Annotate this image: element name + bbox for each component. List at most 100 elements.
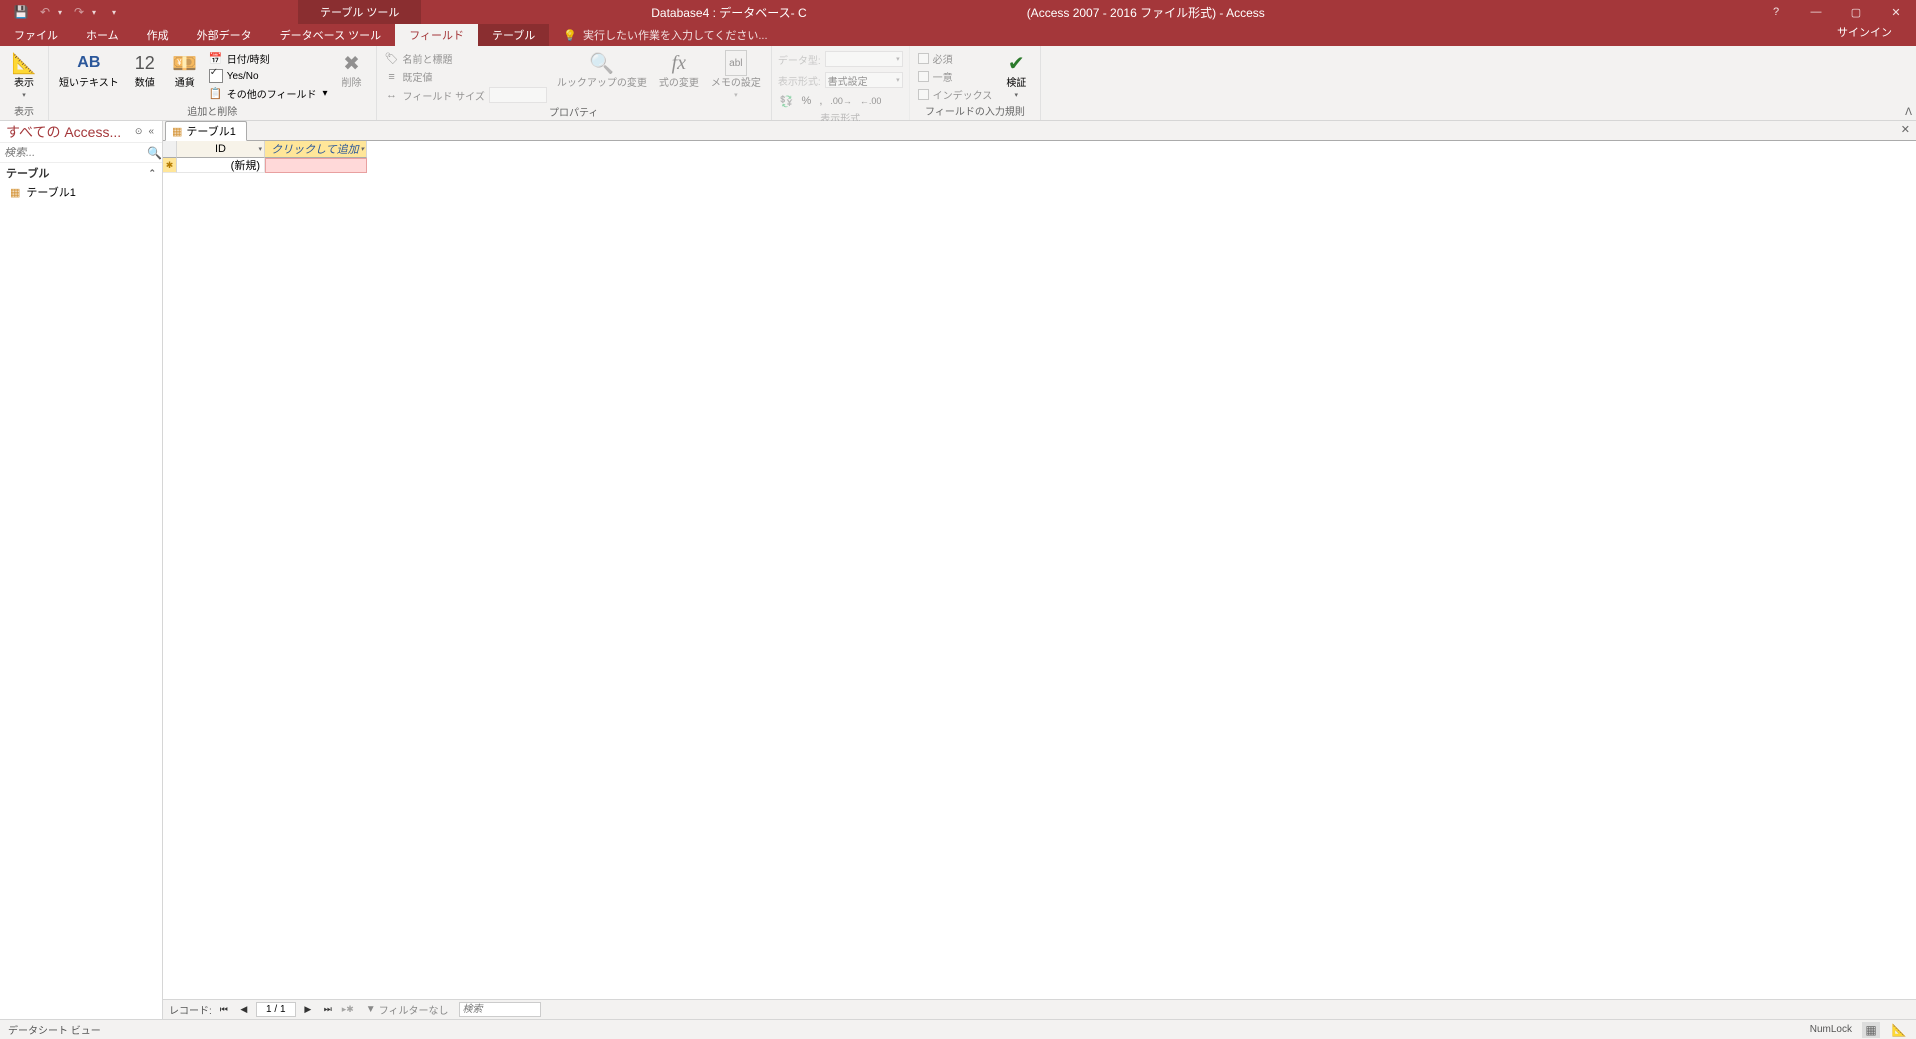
- tab-database-tools[interactable]: データベース ツール: [266, 24, 396, 46]
- nav-search-input[interactable]: [4, 147, 147, 159]
- validation-icon: ✔: [1008, 50, 1025, 76]
- nav-group-tables[interactable]: テーブル ⌃: [0, 163, 162, 183]
- close-document-icon[interactable]: ✕: [1901, 123, 1910, 136]
- name-caption-button: 🏷名前と標題: [383, 50, 549, 67]
- checkbox-icon: [918, 71, 929, 82]
- tab-create[interactable]: 作成: [133, 24, 183, 46]
- lookup-icon: 🔍: [589, 50, 614, 76]
- no-filter-indicator[interactable]: ▼フィルターなし: [360, 1002, 455, 1017]
- new-record-indicator-icon[interactable]: ✱: [163, 158, 177, 173]
- file-format-title: (Access 2007 - 2016 ファイル形式) - Access: [1027, 4, 1265, 21]
- field-size-icon: ↔: [385, 88, 399, 102]
- currency-button[interactable]: 💴 通貨: [167, 48, 203, 91]
- indexed-checkbox: インデックス: [916, 86, 995, 103]
- first-record-button[interactable]: ⏮: [216, 1002, 232, 1018]
- delete-button: ✖ 削除: [334, 48, 370, 91]
- content-area: ▦ テーブル1 ✕ ID ▾ クリックして追加 ▾ ✱ (新規): [163, 121, 1916, 1019]
- group-field-validation: 必須 一意 インデックス ✔ 検証 ▾ フィールドの入力規則: [910, 46, 1042, 120]
- cell-id-new[interactable]: (新規): [177, 158, 265, 173]
- chevron-down-icon: ▾: [1015, 91, 1019, 99]
- undo-dropdown-icon[interactable]: ▾: [58, 8, 62, 17]
- record-label: レコード:: [169, 1002, 212, 1017]
- new-record-button: ▸✱: [340, 1002, 356, 1018]
- table-row[interactable]: ✱ (新規): [163, 158, 1916, 173]
- chevron-down-icon: ▾: [734, 91, 738, 99]
- window-title: Database4 : データベース- C (Access 2007 - 201…: [651, 4, 1265, 21]
- lightbulb-icon: 💡: [563, 29, 577, 42]
- close-button[interactable]: ✕: [1876, 0, 1916, 24]
- group-view: 📐 表示 ▾ 表示: [0, 46, 49, 120]
- modify-expression-button: fx 式の変更: [655, 48, 703, 91]
- yesno-icon: [209, 69, 223, 83]
- search-icon[interactable]: 🔍: [147, 146, 162, 160]
- nav-pane-header[interactable]: すべての Access... ⊙ «: [0, 121, 162, 143]
- sign-in-link[interactable]: サインイン: [1823, 24, 1906, 40]
- design-view-button[interactable]: 📐: [1890, 1022, 1908, 1038]
- maximize-button[interactable]: ▢: [1836, 0, 1876, 24]
- default-value-button: ≡既定値: [383, 68, 549, 85]
- last-record-button[interactable]: ⏭: [320, 1002, 336, 1018]
- fx-icon: fx: [672, 50, 686, 76]
- tab-fields[interactable]: フィールド: [395, 24, 478, 46]
- qat-customize-icon[interactable]: ▾: [112, 8, 116, 17]
- record-search-input[interactable]: [459, 1002, 541, 1017]
- percent-format-icon: %: [802, 95, 812, 107]
- number-icon: 12: [135, 50, 155, 76]
- group-properties: 🏷名前と標題 ≡既定値 ↔フィールド サイズ 🔍 ルックアップの変更 fx 式の…: [377, 46, 772, 120]
- datasheet-view-button[interactable]: ▦: [1862, 1022, 1880, 1038]
- help-button[interactable]: ?: [1756, 0, 1796, 24]
- save-icon[interactable]: 💾: [14, 5, 28, 19]
- record-navigator: レコード: ⏮ ◀ ▶ ⏭ ▸✱ ▼フィルターなし: [163, 999, 1916, 1019]
- validation-button[interactable]: ✔ 検証 ▾: [998, 48, 1034, 101]
- grid-body: ✱ (新規): [163, 158, 1916, 173]
- decrease-decimals-icon: ←.00: [860, 96, 882, 106]
- short-text-button[interactable]: AB 短いテキスト: [55, 48, 123, 91]
- view-mode-label: データシート ビュー: [8, 1022, 101, 1037]
- group-label-add-delete: 追加と削除: [55, 103, 370, 120]
- column-dropdown-icon[interactable]: ▾: [258, 145, 262, 153]
- chevron-down-icon[interactable]: ⊙: [135, 126, 143, 137]
- tell-me-search[interactable]: 💡 実行したい作業を入力してください...: [549, 24, 767, 46]
- datetime-icon: 📅: [209, 52, 223, 66]
- tab-home[interactable]: ホーム: [72, 24, 133, 46]
- currency-icon: 💴: [172, 50, 197, 76]
- datetime-button[interactable]: 📅日付/時刻: [207, 50, 330, 67]
- group-add-delete: AB 短いテキスト 12 数値 💴 通貨 📅日付/時刻 Yes/No 📋その他の…: [49, 46, 377, 120]
- more-fields-button[interactable]: 📋その他のフィールド▾: [207, 85, 330, 102]
- format-combo: 書式設定▾: [825, 72, 903, 88]
- tab-file[interactable]: ファイル: [0, 24, 72, 46]
- title-bar: 💾 ↶ ▾ ↷ ▾ ▾ テーブル ツール Database4 : データベース-…: [0, 0, 1916, 24]
- ribbon-tabs: ファイル ホーム 作成 外部データ データベース ツール フィールド テーブル …: [0, 24, 1916, 46]
- number-button[interactable]: 12 数値: [127, 48, 163, 91]
- tab-table[interactable]: テーブル: [478, 24, 549, 46]
- yesno-button[interactable]: Yes/No: [207, 68, 330, 84]
- collapse-nav-icon[interactable]: «: [146, 126, 156, 137]
- datatype-label: データ型:: [778, 52, 821, 67]
- column-header-id[interactable]: ID ▾: [177, 141, 265, 158]
- prev-record-button[interactable]: ◀: [236, 1002, 252, 1018]
- cell-add-new[interactable]: [265, 158, 367, 173]
- minimize-button[interactable]: ―: [1796, 0, 1836, 24]
- collapse-group-icon[interactable]: ⌃: [148, 168, 156, 179]
- document-tabs: ▦ テーブル1 ✕: [163, 121, 1916, 141]
- column-header-add[interactable]: クリックして追加 ▾: [265, 141, 367, 158]
- column-dropdown-icon[interactable]: ▾: [360, 145, 364, 153]
- document-tab-table1[interactable]: ▦ テーブル1: [165, 121, 247, 141]
- collapse-ribbon-icon[interactable]: ᐱ: [1905, 107, 1912, 118]
- select-all-cell[interactable]: [163, 141, 177, 158]
- tab-external-data[interactable]: 外部データ: [183, 24, 266, 46]
- nav-pane-title: すべての Access...: [6, 122, 121, 142]
- next-record-button[interactable]: ▶: [300, 1002, 316, 1018]
- redo-icon[interactable]: ↷: [72, 5, 86, 19]
- undo-icon[interactable]: ↶: [38, 5, 52, 19]
- datasheet[interactable]: ID ▾ クリックして追加 ▾ ✱ (新規): [163, 141, 1916, 999]
- view-button[interactable]: 📐 表示 ▾: [6, 48, 42, 101]
- nav-item-table1[interactable]: ▦ テーブル1: [0, 183, 162, 201]
- short-text-icon: AB: [77, 50, 100, 76]
- filter-icon: ▼: [366, 1004, 376, 1015]
- contextual-tab-label: テーブル ツール: [298, 0, 421, 24]
- record-position-input[interactable]: [256, 1002, 296, 1017]
- redo-dropdown-icon[interactable]: ▾: [92, 8, 96, 17]
- group-label-properties: プロパティ: [383, 104, 765, 121]
- nav-search[interactable]: 🔍: [0, 143, 162, 163]
